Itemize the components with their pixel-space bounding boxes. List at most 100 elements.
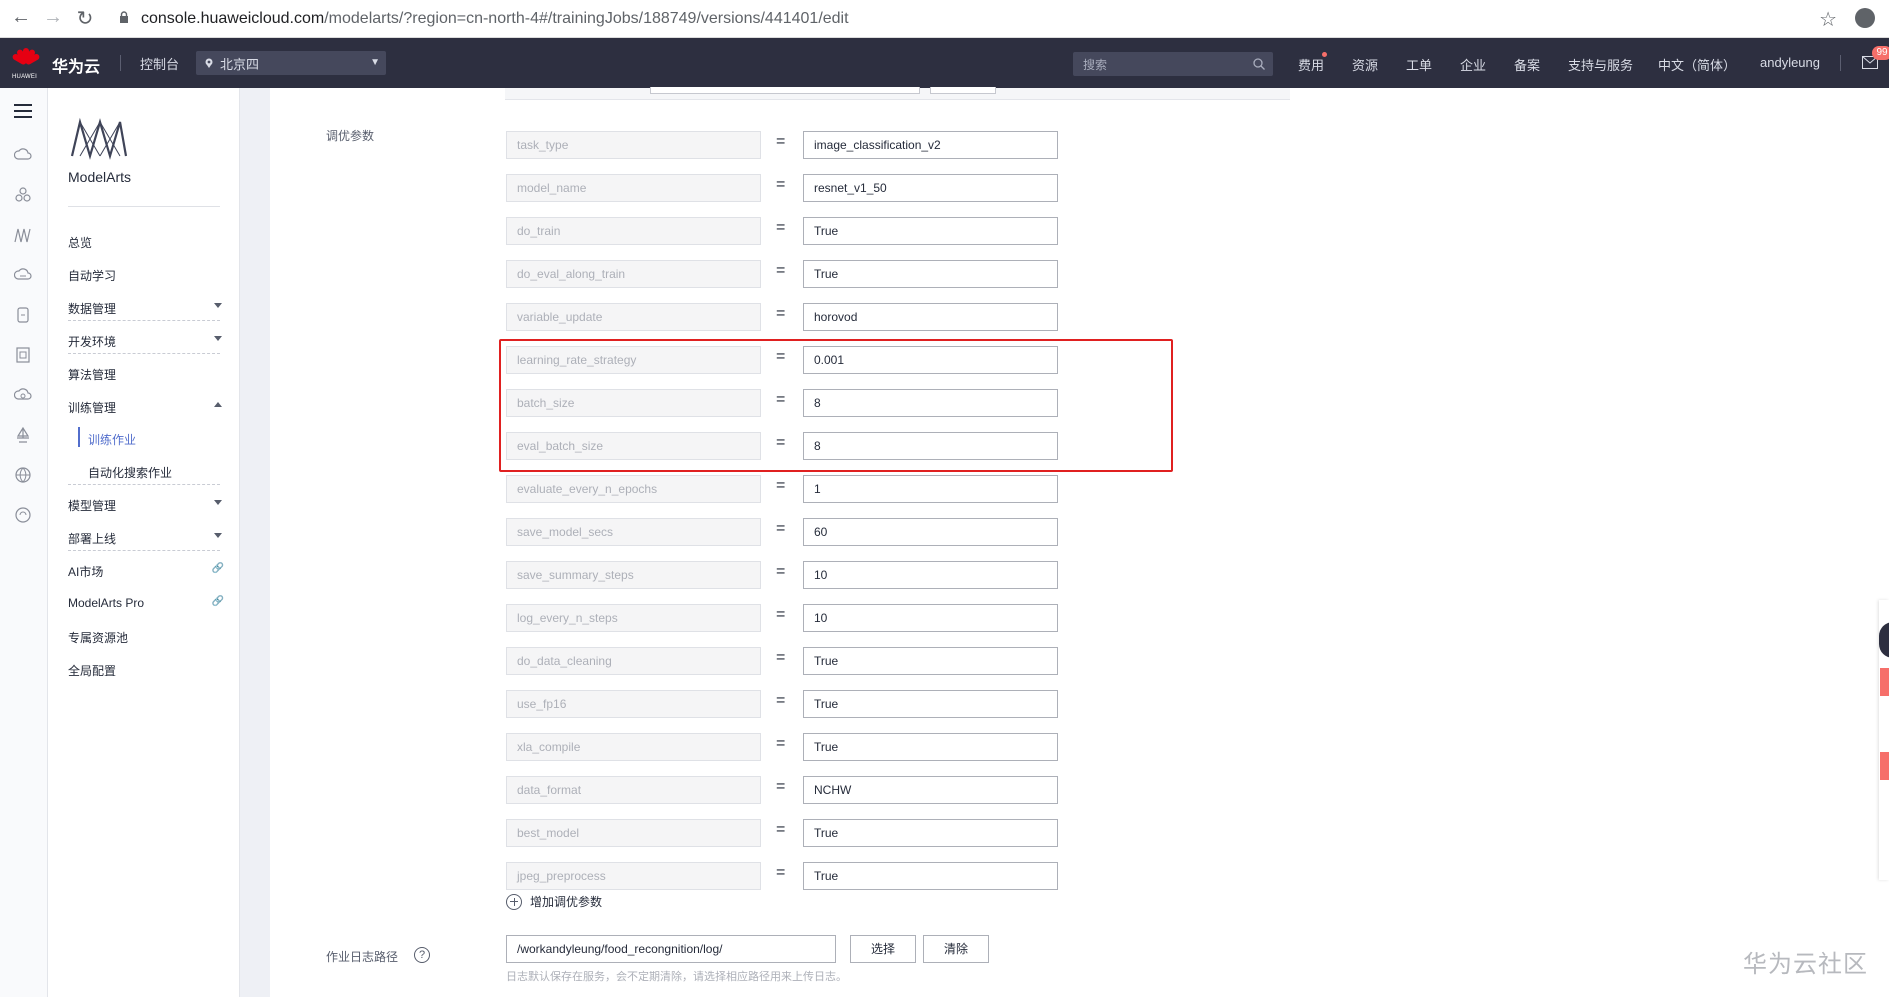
sidebar-item-algorithm-management[interactable]: 算法管理 bbox=[68, 366, 228, 383]
log-path-input[interactable]: /workandyleung/food_recongnition/log/ bbox=[506, 935, 836, 963]
search-icon[interactable] bbox=[1253, 58, 1265, 70]
floating-tab-red[interactable] bbox=[1880, 668, 1889, 696]
huawei-logo[interactable]: HUAWEI bbox=[10, 46, 42, 80]
cloud-storage-icon[interactable] bbox=[14, 266, 32, 284]
sidebar-item-auto-learning[interactable]: 自动学习 bbox=[68, 267, 228, 284]
nav-support[interactable]: 支持与服务 bbox=[1568, 55, 1633, 74]
globe-icon[interactable] bbox=[14, 466, 32, 484]
param-value-input[interactable]: True bbox=[803, 260, 1058, 288]
param-row: best_model = True bbox=[506, 819, 1058, 847]
param-value-input[interactable]: True bbox=[803, 690, 1058, 718]
nav-fees[interactable]: 费用 bbox=[1298, 55, 1324, 74]
param-name-field[interactable]: jpeg_preprocess bbox=[506, 862, 761, 890]
logo-text: HUAWEI bbox=[12, 74, 37, 80]
param-value-input[interactable]: True bbox=[803, 733, 1058, 761]
param-name-field[interactable]: data_format bbox=[506, 776, 761, 804]
nav-username[interactable]: andyleung bbox=[1760, 55, 1820, 70]
document-icon[interactable] bbox=[14, 346, 32, 364]
watermark: 华为云社区 bbox=[1743, 951, 1868, 978]
param-value-input[interactable]: 1 bbox=[803, 475, 1058, 503]
sidebar-item-modelarts-pro[interactable]: ModelArts Pro 🔗 bbox=[68, 596, 228, 610]
param-name-field[interactable]: do_train bbox=[506, 217, 761, 245]
param-value-input[interactable]: True bbox=[803, 819, 1058, 847]
params-label: 调优参数 bbox=[326, 129, 375, 143]
param-value-input[interactable]: 10 bbox=[803, 604, 1058, 632]
equals-sign: = bbox=[776, 262, 786, 279]
cloud-compute-icon[interactable] bbox=[14, 146, 32, 164]
param-value-input[interactable]: True bbox=[803, 217, 1058, 245]
nav-enterprise[interactable]: 企业 bbox=[1460, 55, 1486, 74]
param-name-field[interactable]: model_name bbox=[506, 174, 761, 202]
sidebar-item-overview[interactable]: 总览 bbox=[68, 234, 228, 251]
url-path: /modelarts/?region=cn-north-4#/trainingJ… bbox=[324, 10, 849, 27]
equals-sign: = bbox=[776, 563, 786, 580]
clear-button[interactable]: 清除 bbox=[923, 935, 989, 963]
address-bar[interactable]: console.huaweicloud.com/modelarts/?regio… bbox=[141, 6, 1841, 32]
param-name-field[interactable]: save_model_secs bbox=[506, 518, 761, 546]
param-value-input[interactable]: horovod bbox=[803, 303, 1058, 331]
param-value-input[interactable]: True bbox=[803, 862, 1058, 890]
param-name-field[interactable]: use_fp16 bbox=[506, 690, 761, 718]
param-name-field[interactable]: xla_compile bbox=[506, 733, 761, 761]
param-row: evaluate_every_n_epochs = 1 bbox=[506, 475, 1058, 503]
param-name-field[interactable]: save_summary_steps bbox=[506, 561, 761, 589]
deploy-icon[interactable] bbox=[14, 426, 32, 444]
settings-circle-icon[interactable] bbox=[14, 506, 32, 524]
chevron-up-icon bbox=[214, 402, 222, 407]
profile-icon[interactable] bbox=[1855, 8, 1875, 28]
param-name-field[interactable]: do_eval_along_train bbox=[506, 260, 761, 288]
forward-icon[interactable]: → bbox=[38, 6, 68, 29]
search-input[interactable]: 搜索 bbox=[1073, 52, 1273, 76]
param-row: jpeg_preprocess = True bbox=[506, 862, 1058, 890]
param-row: save_model_secs = 60 bbox=[506, 518, 1058, 546]
cluster-icon[interactable] bbox=[14, 186, 32, 204]
param-name-field[interactable]: do_data_cleaning bbox=[506, 647, 761, 675]
sidebar-item-dev-environment[interactable]: 开发环境 bbox=[68, 333, 228, 350]
hamburger-menu-icon[interactable] bbox=[14, 104, 32, 118]
brand-name[interactable]: 华为云 bbox=[52, 53, 100, 77]
equals-sign: = bbox=[776, 477, 786, 494]
database-icon[interactable] bbox=[14, 306, 32, 324]
param-name-field[interactable]: best_model bbox=[506, 819, 761, 847]
back-icon[interactable]: ← bbox=[6, 6, 36, 29]
sidebar-item-training-management[interactable]: 训练管理 bbox=[68, 399, 228, 416]
sidebar-item-auto-search-jobs[interactable]: 自动化搜索作业 bbox=[88, 464, 172, 481]
bookmark-star-icon[interactable]: ☆ bbox=[1819, 7, 1837, 32]
console-link[interactable]: 控制台 bbox=[140, 54, 179, 73]
external-link-icon: 🔗 bbox=[211, 563, 224, 574]
sidebar-item-global-config[interactable]: 全局配置 bbox=[68, 662, 228, 679]
sidebar-item-data-management[interactable]: 数据管理 bbox=[68, 300, 228, 317]
select-button[interactable]: 选择 bbox=[850, 935, 916, 963]
sidebar-item-training-jobs[interactable]: 训练作业 bbox=[88, 431, 136, 448]
cloud-service-icon[interactable] bbox=[14, 386, 32, 404]
param-name-field[interactable]: task_type bbox=[506, 131, 761, 159]
param-row: data_format = NCHW bbox=[506, 776, 1058, 804]
nav-tickets[interactable]: 工单 bbox=[1406, 55, 1432, 74]
floating-tab-red[interactable] bbox=[1880, 752, 1889, 780]
sidebar-item-dedicated-pool[interactable]: 专属资源池 bbox=[68, 629, 228, 646]
region-select[interactable]: 北京四 ▼ bbox=[196, 51, 386, 75]
reload-icon[interactable]: ↻ bbox=[70, 6, 100, 31]
param-row: do_eval_along_train = True bbox=[506, 260, 1058, 288]
param-value-input[interactable]: 10 bbox=[803, 561, 1058, 589]
nav-filing[interactable]: 备案 bbox=[1514, 55, 1540, 74]
param-value-input[interactable]: NCHW bbox=[803, 776, 1058, 804]
sidebar-item-ai-market[interactable]: AI市场 🔗 bbox=[68, 563, 228, 580]
param-value-input[interactable]: resnet_v1_50 bbox=[803, 174, 1058, 202]
param-value-input[interactable]: image_classification_v2 bbox=[803, 131, 1058, 159]
sidebar-item-deployment[interactable]: 部署上线 bbox=[68, 530, 228, 547]
param-value-input[interactable]: True bbox=[803, 647, 1058, 675]
param-name-field[interactable]: variable_update bbox=[506, 303, 761, 331]
sidebar-item-model-management[interactable]: 模型管理 bbox=[68, 497, 228, 514]
add-param-button[interactable]: 增加调优参数 bbox=[506, 893, 602, 910]
region-label: 北京四 bbox=[220, 56, 260, 72]
nav-language[interactable]: 中文（简体） bbox=[1658, 55, 1736, 74]
nav-resources[interactable]: 资源 bbox=[1352, 55, 1378, 74]
modelarts-icon[interactable] bbox=[14, 226, 32, 244]
param-row: log_every_n_steps = 10 bbox=[506, 604, 1058, 632]
help-icon[interactable]: ? bbox=[414, 947, 430, 963]
param-name-field[interactable]: evaluate_every_n_epochs bbox=[506, 475, 761, 503]
param-name-field[interactable]: log_every_n_steps bbox=[506, 604, 761, 632]
location-pin-icon bbox=[205, 58, 213, 68]
param-value-input[interactable]: 60 bbox=[803, 518, 1058, 546]
